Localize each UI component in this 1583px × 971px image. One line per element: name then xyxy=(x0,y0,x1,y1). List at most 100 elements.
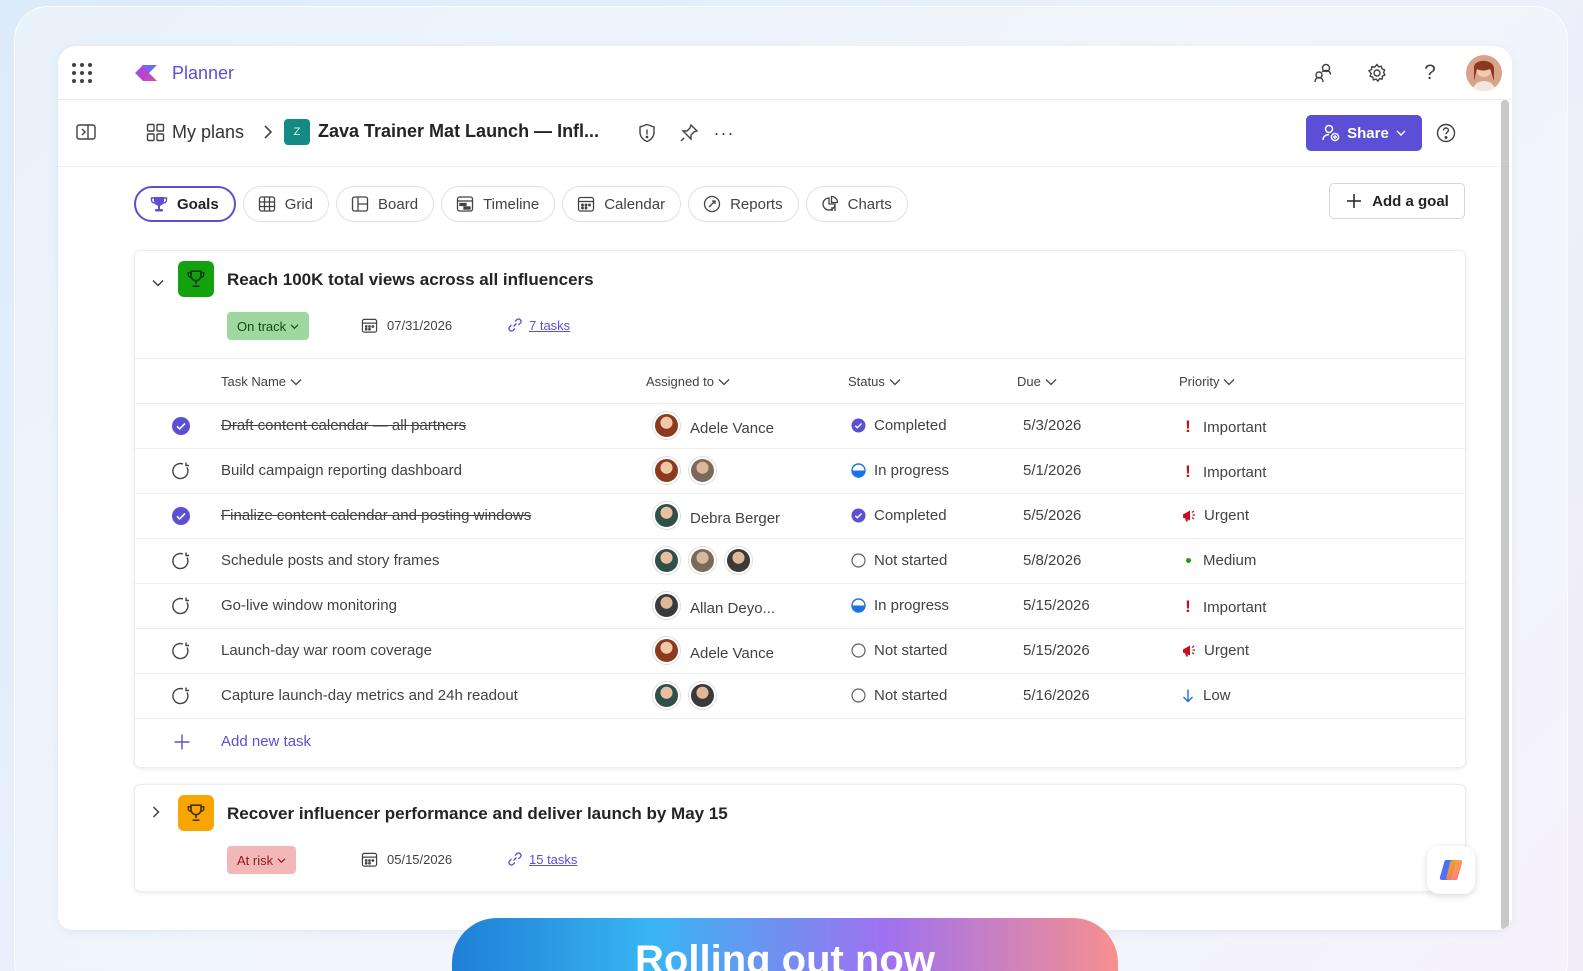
table-row[interactable]: Draft content calendar — all partners Ad… xyxy=(135,404,1465,449)
help-circle-icon[interactable] xyxy=(1436,123,1456,148)
due-date[interactable]: 5/15/2026 xyxy=(1023,642,1090,659)
assignee[interactable]: Adele Vance xyxy=(653,412,774,439)
due-date[interactable]: 5/1/2026 xyxy=(1023,462,1081,479)
col-priority[interactable]: Priority xyxy=(1179,374,1235,389)
goal-tasks-link[interactable]: 7 tasks xyxy=(529,318,570,333)
tab-timeline[interactable]: Timeline xyxy=(441,186,556,222)
people-connect-icon[interactable] xyxy=(1310,60,1336,86)
completed-check-icon[interactable] xyxy=(171,416,191,436)
tab-grid[interactable]: Grid xyxy=(242,186,330,222)
tab-goals[interactable]: Goals xyxy=(134,186,236,222)
priority-label: Important xyxy=(1203,598,1267,616)
tab-timeline-label: Timeline xyxy=(483,195,540,213)
assignee[interactable]: Debra Berger xyxy=(653,502,780,529)
task-name[interactable]: Schedule posts and story frames xyxy=(221,552,439,569)
goal-tasks-link[interactable]: 15 tasks xyxy=(529,852,577,867)
assignee[interactable]: Allan Deyo... xyxy=(653,592,775,619)
goal-linked-tasks[interactable]: 7 tasks xyxy=(507,317,570,333)
status-cell[interactable]: In progress xyxy=(851,462,949,479)
col-status[interactable]: Status xyxy=(848,374,901,389)
completed-check-icon[interactable] xyxy=(171,506,191,526)
status-cell[interactable]: Not started xyxy=(851,642,947,659)
col-assigned-to[interactable]: Assigned to xyxy=(646,374,730,389)
status-cell[interactable]: Completed xyxy=(851,507,947,524)
goal-trophy-icon xyxy=(178,795,214,831)
status-cell[interactable]: Not started xyxy=(851,552,947,569)
share-button[interactable]: Share xyxy=(1306,115,1422,151)
task-name[interactable]: Build campaign reporting dashboard xyxy=(221,462,462,479)
breadcrumb-my-plans[interactable]: My plans xyxy=(146,122,244,143)
app-launcher-icon[interactable] xyxy=(72,63,92,83)
priority-cell[interactable]: ! Important xyxy=(1181,597,1266,617)
due-date[interactable]: 5/5/2026 xyxy=(1023,507,1081,524)
incomplete-task-icon[interactable] xyxy=(171,686,191,706)
tab-board[interactable]: Board xyxy=(336,186,435,222)
priority-cell[interactable]: ! Important xyxy=(1181,417,1266,437)
table-row[interactable]: Build campaign reporting dashboard In pr… xyxy=(135,449,1465,494)
user-avatar[interactable] xyxy=(1466,55,1502,91)
goal-status-pill[interactable]: At risk xyxy=(227,846,297,874)
status-cell[interactable]: Not started xyxy=(851,687,947,704)
col-due[interactable]: Due xyxy=(1017,374,1057,389)
more-options-icon[interactable]: ··· xyxy=(713,122,735,144)
goal-title[interactable]: Recover influencer performance and deliv… xyxy=(227,804,728,824)
incomplete-task-icon[interactable] xyxy=(171,461,191,481)
due-date[interactable]: 5/3/2026 xyxy=(1023,417,1081,434)
task-name[interactable]: Draft content calendar — all partners xyxy=(221,417,466,434)
goal-title[interactable]: Reach 100K total views across all influe… xyxy=(227,270,594,290)
table-row[interactable]: Finalize content calendar and posting wi… xyxy=(135,494,1465,539)
task-name[interactable]: Finalize content calendar and posting wi… xyxy=(221,507,531,524)
status-cell[interactable]: In progress xyxy=(851,597,949,614)
plan-title[interactable]: Zava Trainer Mat Launch — Infl... xyxy=(318,121,599,142)
due-date[interactable]: 5/8/2026 xyxy=(1023,552,1081,569)
goal-due-date[interactable]: 07/31/2026 xyxy=(361,317,452,334)
table-row[interactable]: Launch-day war room coverage Adele Vance… xyxy=(135,629,1465,674)
col-task-name[interactable]: Task Name xyxy=(221,374,302,389)
goal-due-date[interactable]: 05/15/2026 xyxy=(361,851,452,868)
avatar xyxy=(653,457,680,484)
assignee[interactable] xyxy=(653,457,716,484)
tab-calendar[interactable]: Calendar xyxy=(562,186,682,222)
assignee[interactable] xyxy=(653,682,716,709)
incomplete-task-icon[interactable] xyxy=(171,641,191,661)
status-cell[interactable]: Completed xyxy=(851,417,947,434)
goal-linked-tasks[interactable]: 15 tasks xyxy=(507,851,577,867)
task-name[interactable]: Capture launch-day metrics and 24h reado… xyxy=(221,687,518,704)
link-icon xyxy=(508,318,522,332)
due-date[interactable]: 5/15/2026 xyxy=(1023,597,1090,614)
assignee[interactable] xyxy=(653,547,752,574)
avatar xyxy=(689,682,716,709)
add-new-task-label[interactable]: Add new task xyxy=(221,733,311,750)
help-icon[interactable]: ? xyxy=(1417,60,1443,86)
collapse-chevron-icon[interactable] xyxy=(151,275,165,293)
goal-status-pill[interactable]: On track xyxy=(227,312,310,340)
pin-icon[interactable] xyxy=(678,122,700,144)
sidebar-toggle-icon[interactable] xyxy=(76,123,96,146)
due-date[interactable]: 5/16/2026 xyxy=(1023,687,1090,704)
priority-cell[interactable]: Urgent xyxy=(1181,642,1249,659)
table-row[interactable]: Go-live window monitoring Allan Deyo... … xyxy=(135,584,1465,629)
table-row[interactable]: Capture launch-day metrics and 24h reado… xyxy=(135,674,1465,719)
priority-label: Urgent xyxy=(1204,642,1250,659)
assignee[interactable]: Adele Vance xyxy=(653,637,774,664)
table-row[interactable]: Schedule posts and story frames Not star… xyxy=(135,539,1465,584)
incomplete-task-icon[interactable] xyxy=(171,596,191,616)
app-name[interactable]: Planner xyxy=(172,63,234,84)
priority-cell[interactable]: Medium xyxy=(1181,552,1256,569)
gear-icon[interactable] xyxy=(1364,60,1390,86)
tab-charts[interactable]: Charts xyxy=(805,186,908,222)
copilot-button[interactable] xyxy=(1427,846,1475,894)
incomplete-task-icon[interactable] xyxy=(171,551,191,571)
priority-cell[interactable]: Urgent xyxy=(1181,507,1249,524)
task-name[interactable]: Go-live window monitoring xyxy=(221,597,397,614)
vertical-scrollbar[interactable] xyxy=(1501,100,1509,930)
tab-reports[interactable]: Reports xyxy=(688,186,799,222)
add-new-task-row[interactable]: Add new task xyxy=(135,719,1465,765)
expand-chevron-icon[interactable] xyxy=(151,805,161,824)
priority-cell[interactable]: Low xyxy=(1181,687,1231,704)
shield-icon[interactable] xyxy=(636,122,658,144)
task-name[interactable]: Launch-day war room coverage xyxy=(221,642,432,659)
priority-cell[interactable]: ! Important xyxy=(1181,462,1266,482)
reports-icon xyxy=(703,195,721,213)
add-goal-button[interactable]: Add a goal xyxy=(1329,183,1465,219)
